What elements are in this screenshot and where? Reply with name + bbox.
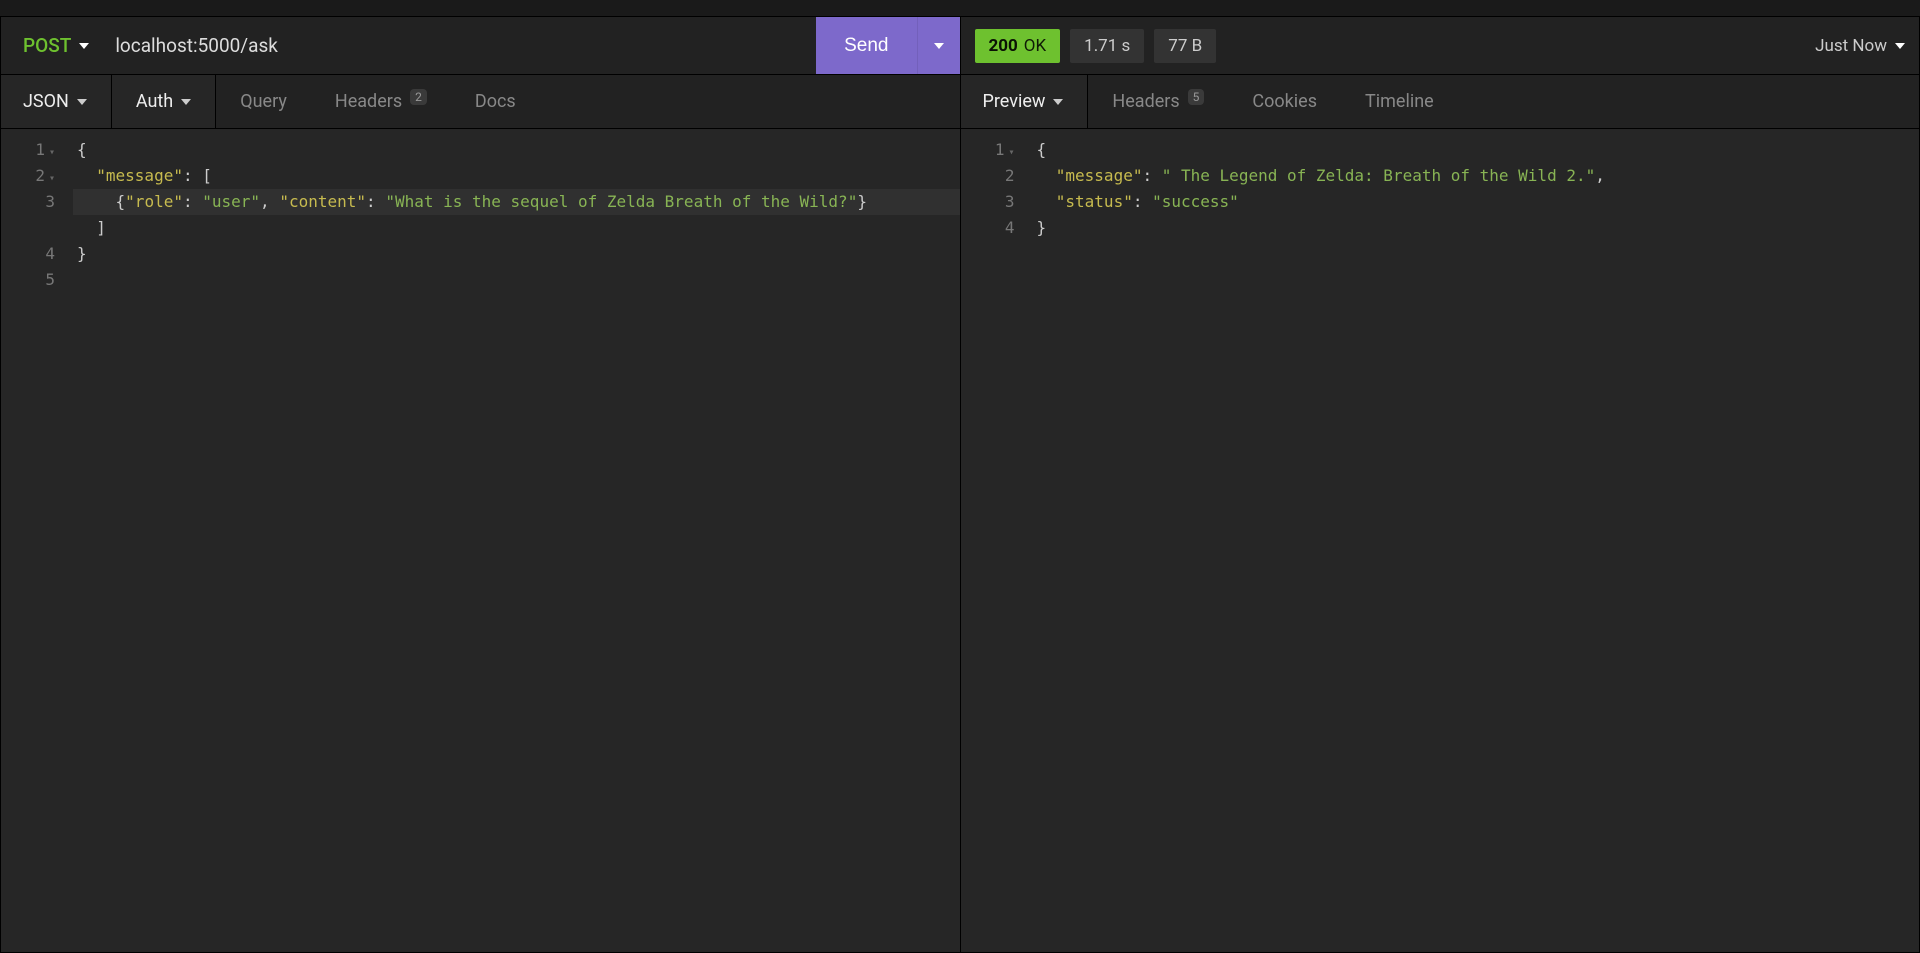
line-number: 4	[1, 241, 63, 267]
line-number: 3	[961, 189, 1023, 215]
url-input[interactable]: localhost:5000/ask	[105, 17, 816, 74]
response-size-badge[interactable]: 77 B	[1154, 29, 1216, 63]
request-body-code[interactable]: { "message": [ {"role": "user", "content…	[73, 129, 960, 952]
headers-count-badge: 5	[1188, 89, 1205, 105]
response-header-row: 200 OK 1.71 s 77 B Just Now	[961, 17, 1920, 75]
tab-label: Docs	[475, 91, 516, 112]
tab-timeline[interactable]: Timeline	[1341, 75, 1458, 128]
tab-label: Headers	[335, 91, 402, 112]
response-time-text: 1.71 s	[1084, 36, 1130, 56]
line-number: 5	[1, 267, 63, 293]
tab-label: Cookies	[1252, 91, 1317, 112]
http-method-dropdown[interactable]: POST	[1, 17, 105, 74]
headers-count-badge: 2	[410, 89, 427, 105]
tab-label: Timeline	[1365, 91, 1434, 112]
chevron-down-icon	[934, 43, 944, 49]
response-size-text: 77 B	[1168, 36, 1202, 56]
tab-body-type[interactable]: JSON	[1, 75, 112, 128]
response-body-code: { "message": " The Legend of Zelda: Brea…	[1033, 129, 1920, 952]
tab-preview[interactable]: Preview	[961, 75, 1089, 128]
line-number: 1	[961, 137, 1023, 163]
request-tabs: JSON Auth Query Headers 2 Docs	[1, 75, 960, 129]
line-number: 1	[1, 137, 63, 163]
status-code: 200	[989, 36, 1018, 56]
status-badge[interactable]: 200 OK	[975, 29, 1061, 63]
tab-query[interactable]: Query	[216, 75, 311, 128]
line-number: 4	[961, 215, 1023, 241]
response-tabs: Preview Headers 5 Cookies Timeline	[961, 75, 1920, 129]
line-number: 2	[961, 163, 1023, 189]
request-body-editor[interactable]: 1 2 3 4 5 { "message": [ {"role": "user"…	[1, 129, 960, 952]
tab-response-headers[interactable]: Headers 5	[1088, 75, 1228, 128]
tab-label: JSON	[23, 91, 69, 112]
line-number-gutter: 1 2 3 4	[961, 129, 1033, 952]
chevron-down-icon	[79, 43, 89, 49]
send-button[interactable]: Send	[816, 17, 916, 74]
response-body-viewer[interactable]: 1 2 3 4 { "message": " The Legend of Zel…	[961, 129, 1920, 952]
send-options-dropdown[interactable]	[917, 17, 960, 74]
response-pane: 200 OK 1.71 s 77 B Just Now Preview	[961, 16, 1920, 953]
tab-label: Headers	[1112, 91, 1179, 112]
history-dropdown[interactable]: Just Now	[1815, 36, 1905, 56]
tab-cookies[interactable]: Cookies	[1228, 75, 1341, 128]
history-when-label: Just Now	[1815, 36, 1887, 56]
line-number: 2	[1, 163, 63, 189]
url-text: localhost:5000/ask	[115, 34, 278, 57]
request-header-row: POST localhost:5000/ask Send	[1, 17, 960, 75]
window-titlebar-gap	[0, 0, 1920, 16]
tab-label: Auth	[136, 91, 173, 112]
status-text: OK	[1024, 36, 1046, 56]
tab-docs[interactable]: Docs	[451, 75, 540, 128]
request-pane: POST localhost:5000/ask Send JSON	[0, 16, 961, 953]
send-button-group: Send	[816, 17, 959, 74]
response-time-badge[interactable]: 1.71 s	[1070, 29, 1144, 63]
chevron-down-icon	[77, 99, 87, 105]
chevron-down-icon	[1895, 43, 1905, 49]
tab-headers[interactable]: Headers 2	[311, 75, 451, 128]
tab-auth[interactable]: Auth	[112, 75, 216, 128]
tab-label: Query	[240, 91, 287, 112]
tab-label: Preview	[983, 91, 1046, 112]
chevron-down-icon	[1053, 99, 1063, 105]
line-number: 3	[1, 189, 63, 215]
chevron-down-icon	[181, 99, 191, 105]
line-number-gutter: 1 2 3 4 5	[1, 129, 73, 952]
http-method-label: POST	[23, 34, 71, 57]
